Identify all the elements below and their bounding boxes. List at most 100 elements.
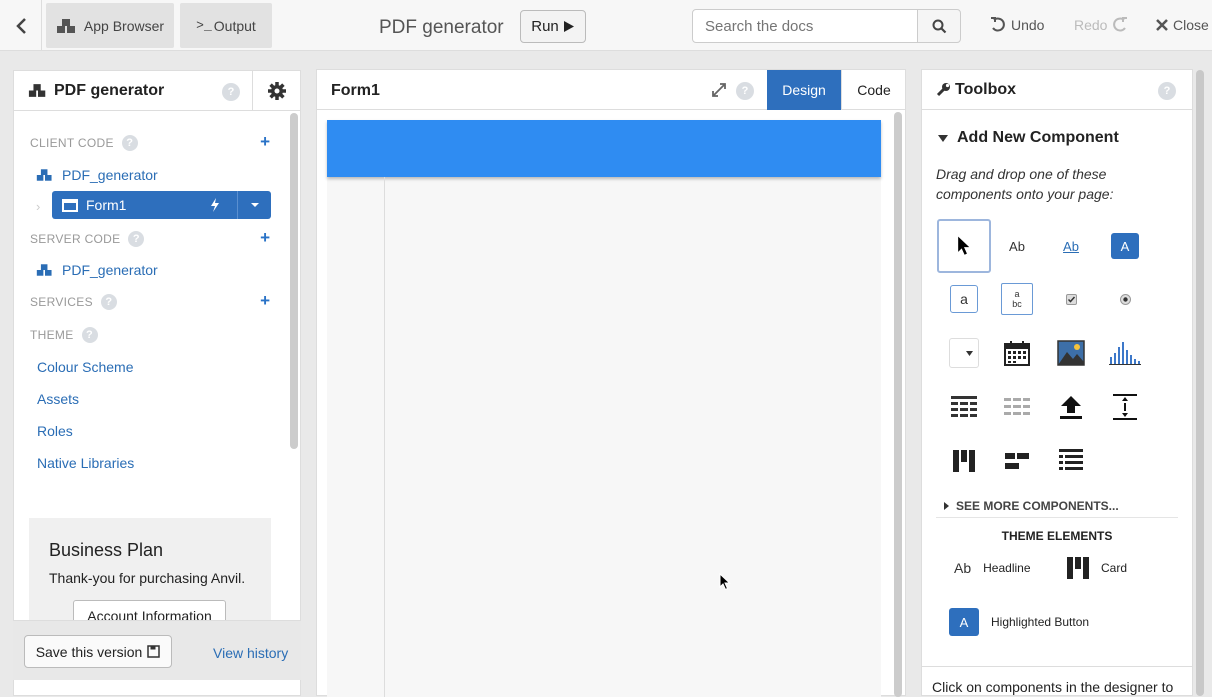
redo-button[interactable]: Redo [1074, 17, 1128, 33]
flow-panel-tool[interactable] [990, 434, 1044, 488]
repeating-panel-icon [1004, 398, 1030, 415]
theme-item-assets[interactable]: Assets [37, 391, 79, 407]
image-tool[interactable] [1044, 326, 1098, 380]
back-button[interactable] [0, 0, 42, 51]
expand-icon[interactable] [712, 83, 726, 97]
app-browser-button[interactable]: App Browser [46, 3, 174, 48]
add-new-component-label: Add New Component [957, 129, 1119, 146]
textbox-tool-text: a [950, 285, 978, 313]
data-grid-tool[interactable] [937, 380, 991, 434]
properties-hint: Click on components in the designer to [932, 679, 1174, 695]
textarea-tool[interactable]: a bc [990, 272, 1044, 326]
app-browser-label: App Browser [83, 17, 165, 34]
see-more-components-toggle[interactable]: SEE MORE COMPONENTS... [944, 499, 1119, 513]
pointer-icon [958, 236, 970, 255]
code-tab[interactable]: Code [841, 70, 906, 110]
run-button[interactable]: Run [520, 10, 586, 43]
top-toolbar: App Browser >_ Output PDF generator Run … [0, 0, 1212, 51]
left-scrollbar[interactable] [290, 113, 298, 449]
close-button[interactable]: Close [1156, 17, 1209, 33]
plot-tool[interactable] [1098, 326, 1152, 380]
theme-item-colour-scheme[interactable]: Colour Scheme [37, 359, 134, 375]
pointer-tool[interactable] [937, 219, 991, 273]
form-menu-button[interactable] [237, 191, 271, 219]
label-tool[interactable]: Ab [990, 219, 1044, 273]
save-version-button[interactable]: Save this version [24, 635, 172, 668]
card-theme-element[interactable]: Card [1067, 557, 1127, 579]
column-panel-icon [953, 450, 975, 472]
search-input[interactable] [692, 9, 918, 43]
help-icon[interactable]: ? [1158, 82, 1176, 100]
services-section: SERVICES ? [30, 294, 117, 310]
theme-item-native-libraries[interactable]: Native Libraries [37, 455, 134, 471]
redo-icon [1113, 17, 1128, 32]
form-navbar[interactable] [327, 120, 881, 177]
search-button[interactable] [917, 9, 961, 43]
app-browser-panel: PDF generator ? CLIENT CODE ? + PDF_gene… [13, 70, 301, 696]
toolbox-instructions: Drag and drop one of these components on… [936, 166, 1114, 202]
chevron-left-icon [15, 17, 26, 34]
theme-item-roles[interactable]: Roles [37, 423, 73, 439]
server-module-label: PDF_generator [62, 262, 158, 278]
form-designer-panel: Form1 ? Design Code [316, 69, 906, 697]
highlighted-button-icon: A [949, 608, 979, 636]
bolt-icon[interactable] [210, 198, 220, 212]
app-settings-button[interactable] [252, 71, 300, 111]
form-canvas[interactable] [327, 120, 881, 697]
textarea-tool-text: a bc [1001, 283, 1033, 315]
toolbox-scrollbar[interactable] [1196, 70, 1204, 696]
headline-icon: Ab [954, 560, 972, 576]
theme-elements-heading: THEME ELEMENTS [1001, 529, 1113, 543]
calendar-icon [1004, 341, 1030, 366]
dropdown-tool[interactable] [937, 326, 991, 380]
gear-icon [267, 82, 286, 100]
view-history-link[interactable]: View history [213, 645, 288, 661]
business-plan-title: Business Plan [49, 540, 164, 560]
form1-label: Form1 [86, 197, 127, 213]
link-tool-text: Ab [1063, 238, 1079, 254]
theme-section: THEME ? [30, 327, 98, 343]
list-icon [1059, 449, 1083, 470]
server-code-label: SERVER CODE [30, 232, 121, 246]
add-client-module-button[interactable]: + [260, 132, 270, 152]
help-icon[interactable]: ? [128, 231, 145, 247]
spacer-tool[interactable] [1098, 380, 1152, 434]
designer-scrollbar[interactable] [894, 112, 902, 697]
datepicker-tool[interactable] [990, 326, 1044, 380]
server-module-item[interactable]: PDF_generator [36, 262, 158, 278]
help-icon[interactable]: ? [736, 82, 754, 100]
textbox-tool[interactable]: a [937, 272, 991, 326]
highlighted-button-theme-element[interactable]: A Highlighted Button [949, 608, 1089, 636]
column-panel-tool[interactable] [937, 434, 991, 488]
help-icon[interactable]: ? [121, 135, 138, 151]
output-label: Output [213, 17, 256, 34]
linear-panel-tool[interactable] [1044, 434, 1098, 488]
undo-button[interactable]: Undo [990, 17, 1044, 33]
search-icon [932, 19, 946, 33]
file-loader-tool[interactable] [1044, 380, 1098, 434]
radio-tool[interactable] [1098, 272, 1152, 326]
add-server-module-button[interactable]: + [260, 228, 270, 248]
design-tab[interactable]: Design [767, 70, 841, 110]
output-button[interactable]: >_ Output [180, 3, 272, 48]
button-tool[interactable]: A [1098, 219, 1152, 273]
form1-item[interactable]: Form1 [52, 191, 271, 219]
help-icon[interactable]: ? [81, 327, 98, 343]
highlighted-button-label: Highlighted Button [991, 615, 1090, 629]
app-name: PDF generator [54, 81, 165, 99]
undo-icon [991, 17, 1005, 32]
link-tool[interactable]: Ab [1044, 219, 1098, 273]
help-icon[interactable]: ? [222, 83, 240, 101]
repeating-panel-tool[interactable] [990, 380, 1044, 434]
checkbox-tool[interactable] [1044, 272, 1098, 326]
play-icon [563, 21, 574, 32]
cubes-icon [36, 169, 52, 181]
headline-theme-element[interactable]: Ab Headline [954, 560, 1031, 576]
data-grid-icon [951, 396, 977, 417]
add-service-button[interactable]: + [260, 291, 270, 311]
help-icon[interactable]: ? [100, 294, 117, 310]
client-module-item[interactable]: PDF_generator [36, 167, 158, 183]
add-new-component-toggle[interactable]: Add New Component [938, 129, 1119, 147]
flow-panel-icon [1005, 453, 1029, 469]
expand-chevron-icon[interactable]: › [36, 199, 40, 214]
